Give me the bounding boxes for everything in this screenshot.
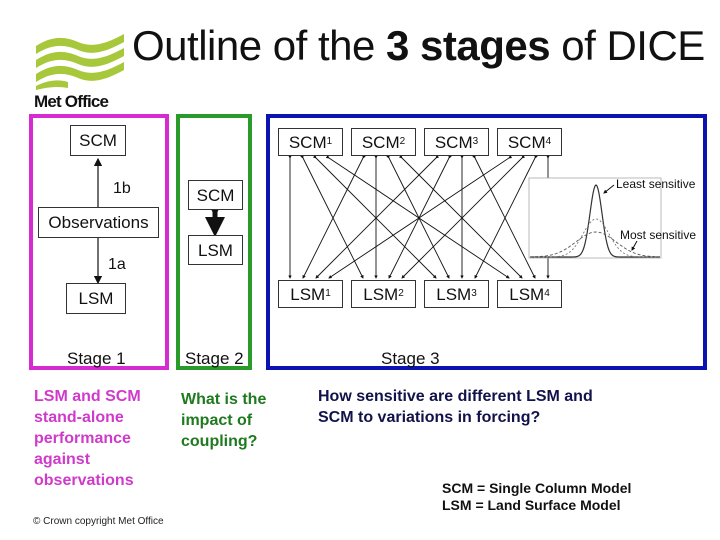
stage-1-description: LSM and SCM stand-alone performance agai… xyxy=(34,388,141,489)
stage-2-label: Stage 2 xyxy=(185,349,244,368)
abbreviation-legend: SCM = Single Column Model LSM = Land Sur… xyxy=(442,480,631,514)
scm-box-4: SCM 4 xyxy=(497,128,562,156)
scm-box-3: SCM 3 xyxy=(424,128,489,156)
stage1-observations-box: Observations xyxy=(38,207,159,238)
stage1-lsm-box: LSM xyxy=(66,283,126,314)
lsm-box-3: LSM 3 xyxy=(424,280,489,308)
stage2-scm-box: SCM xyxy=(188,180,243,210)
scm-box-2: SCM 2 xyxy=(351,128,416,156)
lsm-box-2: LSM 2 xyxy=(351,280,416,308)
stage1-scm-box: SCM xyxy=(70,125,126,156)
arrow-label-1b: 1b xyxy=(113,180,131,197)
lsm-box-4: LSM 4 xyxy=(497,280,562,308)
most-sensitive-label: Most sensitive xyxy=(620,228,697,242)
stage2-lsm-box: LSM xyxy=(188,235,243,265)
scm-box-1: SCM 1 xyxy=(278,128,343,156)
copyright-footer: © Crown copyright Met Office xyxy=(33,516,164,527)
stage-1-label: Stage 1 xyxy=(67,349,126,368)
lsm-box-1: LSM 1 xyxy=(278,280,343,308)
legend-lsm: LSM = Land Surface Model xyxy=(442,497,621,513)
stage-3-label: Stage 3 xyxy=(381,349,440,368)
stage-3-description: How sensitive are different LSM and SCM … xyxy=(318,388,593,426)
stage-2-description: What is the impact of coupling? xyxy=(181,391,267,450)
legend-scm: SCM = Single Column Model xyxy=(442,480,632,496)
arrow-label-1a: 1a xyxy=(108,256,126,273)
least-sensitive-label: Least sensitive xyxy=(616,177,696,191)
